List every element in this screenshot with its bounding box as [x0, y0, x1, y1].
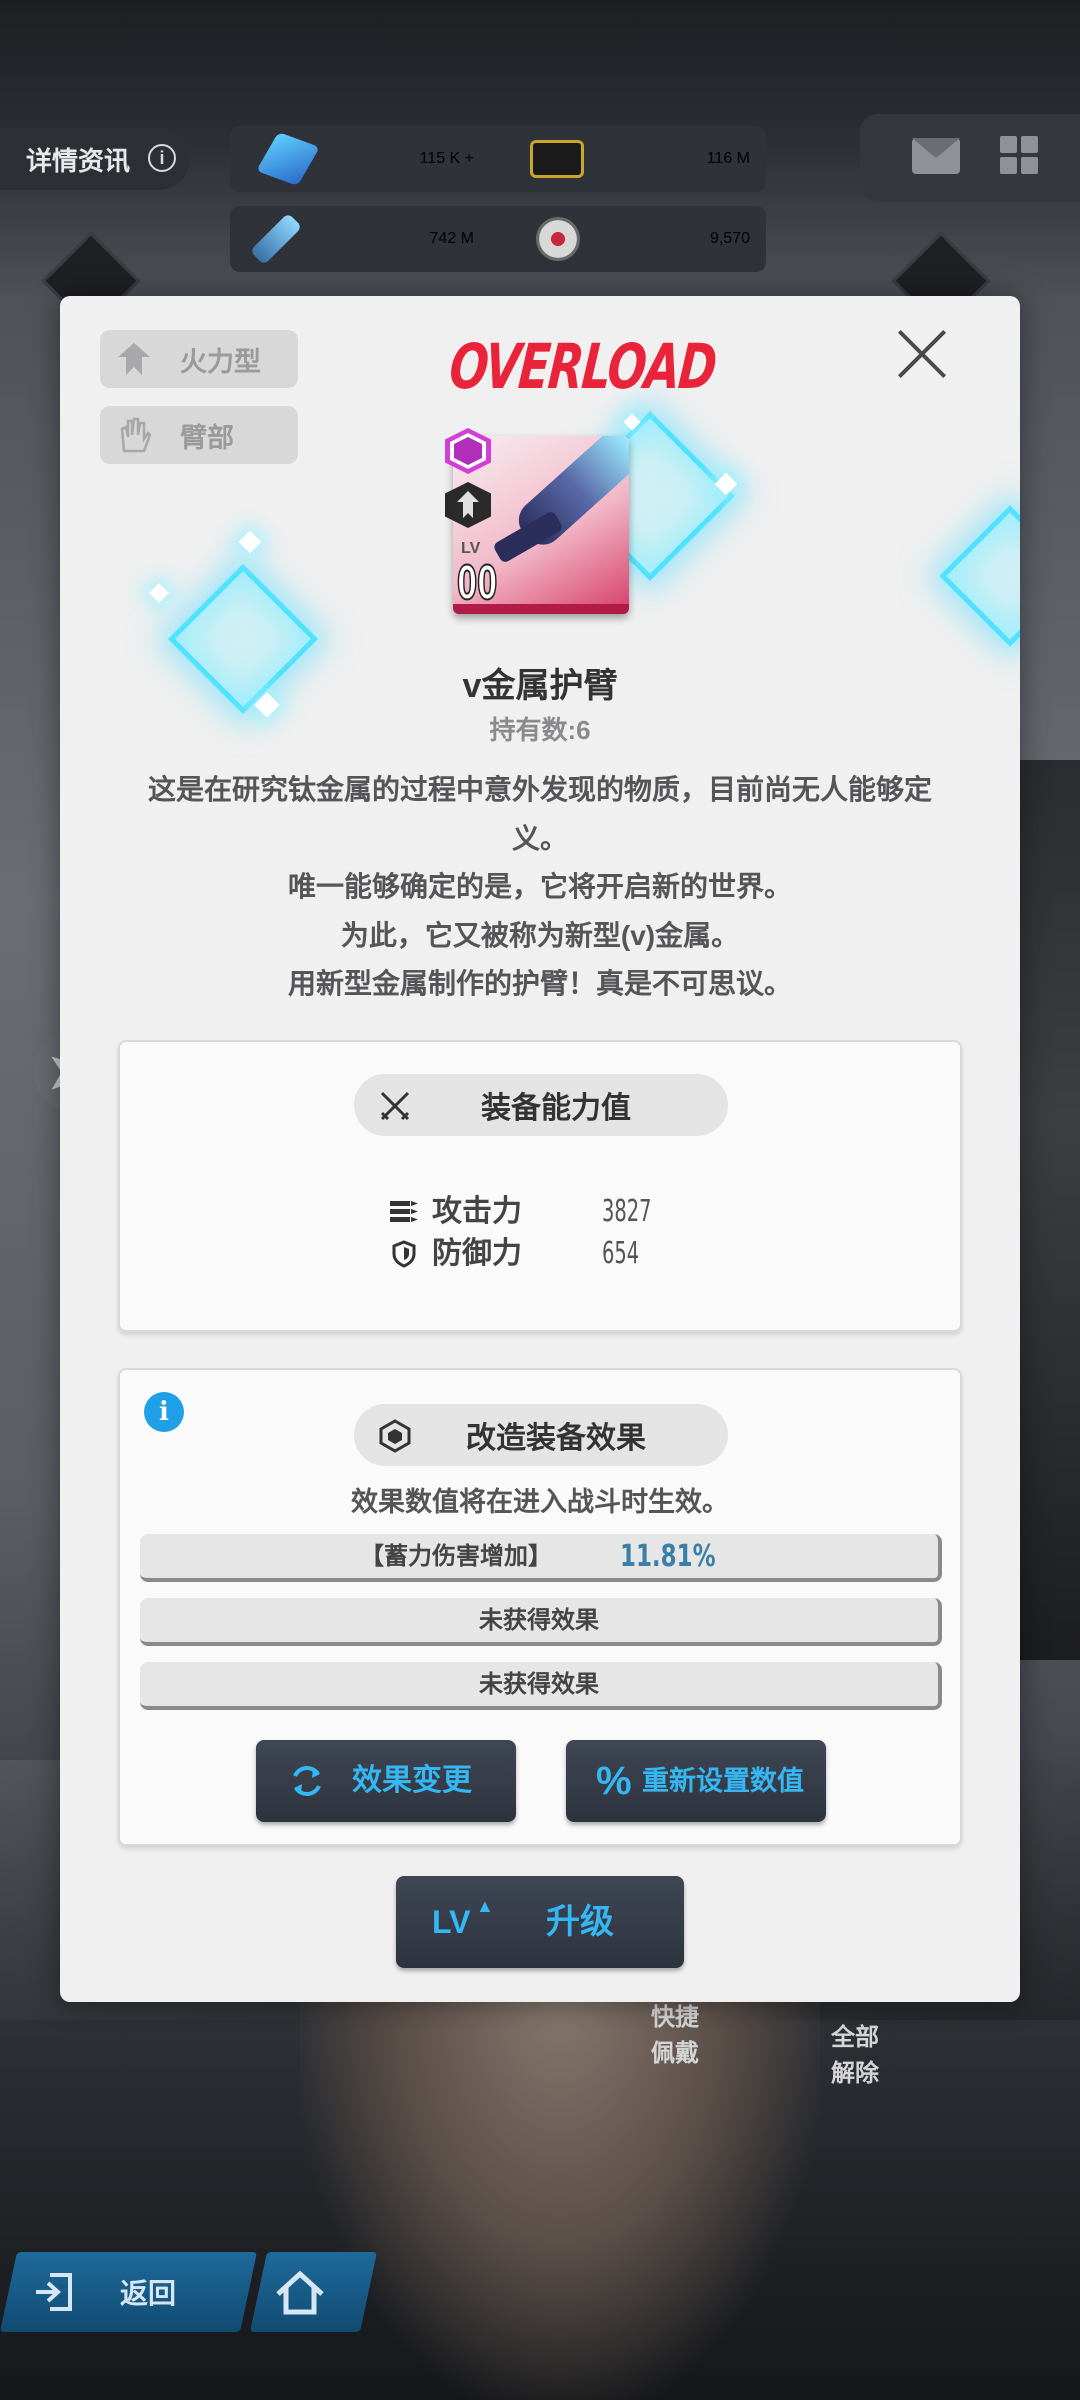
refresh-icon	[293, 1766, 321, 1796]
upgrade-button[interactable]: LV ▲ 升级	[396, 1876, 684, 1968]
item-description: 这是在研究钛金属的过程中意外发现的物质，目前尚无人能够定 义。 唯一能够确定的是…	[110, 766, 970, 1009]
resource-gem[interactable]	[256, 126, 320, 192]
reset-values-button[interactable]: % 重新设置数值	[566, 1740, 826, 1822]
change-effect-label: 效果变更	[352, 1764, 472, 1797]
core-dust-icon	[249, 212, 303, 266]
resource-core-dust-value: 742 M	[429, 230, 474, 247]
resource-bar-bottom: 742 M 9,570	[230, 206, 766, 272]
glow-diamond-right	[939, 505, 1020, 647]
info-icon: i	[148, 144, 176, 172]
overload-logo: OVERLOAD	[446, 330, 719, 403]
defense-shield-icon	[392, 1240, 416, 1268]
tag-firepower-label: 火力型	[180, 346, 261, 377]
effects-info-icon[interactable]: i	[144, 1392, 184, 1432]
change-effect-button[interactable]: 效果变更	[256, 1740, 516, 1822]
tag-arm-part: 臂部	[100, 406, 298, 464]
stat-attack-value: 3827	[602, 1194, 652, 1229]
gem-icon	[256, 132, 320, 186]
stat-defense-label: 防御力	[432, 1237, 522, 1270]
effect-slot-2: 未获得效果	[140, 1598, 942, 1646]
equipment-stats-section: 装备能力值 攻击力 3827 防御力 654	[118, 1040, 962, 1332]
home-icon	[276, 2270, 324, 2315]
effect-slot-1: 【蓄力伤害增加】 11.81%	[140, 1534, 942, 1582]
arm-part-icon	[120, 417, 152, 453]
effect-slot-1-value: 11.81%	[620, 1539, 716, 1574]
equipment-stats-title-label: 装备能力值	[481, 1092, 631, 1125]
sparkle	[238, 530, 262, 554]
resource-core-dust[interactable]	[249, 206, 303, 272]
mail-icon[interactable]	[912, 138, 960, 174]
upgrade-arrow-icon: ▲	[476, 1896, 494, 1916]
equipment-detail-modal: 火力型 臂部 OVERLOAD LV 00 v金属护臂 持有数:6 这是在研究钛…	[60, 296, 1020, 2002]
effect-slot-3-label: 未获得效果	[479, 1671, 599, 1698]
battle-data-icon	[536, 217, 580, 261]
detail-info-label: 详情资讯	[26, 145, 131, 176]
effect-slot-3: 未获得效果	[140, 1662, 942, 1710]
back-button-content: 返回	[30, 2252, 176, 2332]
attack-icon	[390, 1201, 418, 1222]
description-line: 唯一能够确定的是，它将开启新的世界。	[287, 871, 792, 902]
stat-attack-label: 攻击力	[432, 1195, 522, 1228]
percent-icon: %	[596, 1759, 632, 1803]
item-name: v金属护臂	[462, 667, 618, 705]
resource-battle-data[interactable]	[536, 206, 580, 272]
upgrade-lv-icon: LV	[432, 1904, 471, 1940]
effects-note: 效果数值将在进入战斗时生效。	[351, 1487, 729, 1517]
equipment-stats-title: 装备能力值	[354, 1074, 728, 1136]
resource-battle-data-value: 9,570	[709, 230, 750, 247]
exit-door-icon	[36, 2273, 72, 2311]
menu-grid-icon[interactable]	[1000, 136, 1040, 176]
resource-credit-value: 116 M	[706, 150, 750, 167]
resource-credit[interactable]	[530, 126, 584, 192]
quick-equip-label[interactable]: 快捷 佩戴	[620, 2000, 730, 2072]
reset-values-label: 重新设置数值	[642, 1766, 804, 1796]
modification-effects-title-label: 改造装备效果	[466, 1422, 646, 1455]
description-line: 用新型金属制作的护臂！真是不可思议。	[287, 968, 792, 999]
tag-arm-label: 臂部	[180, 422, 234, 453]
item-level-value: 00	[456, 555, 498, 611]
back-label: 返回	[120, 2278, 177, 2309]
hud-right-panel	[860, 114, 1080, 202]
close-button[interactable]	[896, 328, 948, 380]
description-line: 义。	[511, 822, 568, 854]
effect-slot-2-label: 未获得效果	[479, 1607, 599, 1634]
stat-defense-value: 654	[602, 1236, 640, 1271]
detail-info-button[interactable]: 详情资讯 i	[0, 128, 190, 190]
effect-slot-1-label: 【蓄力伤害增加】	[360, 1543, 552, 1570]
resource-bar-top: 115 K + 116 M	[230, 126, 766, 192]
sparkle	[149, 583, 169, 603]
firepower-type-icon	[118, 343, 150, 375]
modification-effects-section: i 改造装备效果 效果数值将在进入战斗时生效。 【蓄力伤害增加】 11.81% …	[118, 1368, 962, 1846]
upgrade-label: 升级	[546, 1903, 614, 1941]
item-owned-count: 持有数:6	[489, 715, 591, 745]
unequip-all-label[interactable]: 全部 解除	[800, 2020, 910, 2092]
credit-case-icon	[530, 140, 584, 178]
resource-gem-value: 115 K +	[419, 150, 474, 167]
description-line: 这是在研究钛金属的过程中意外发现的物质，目前尚无人能够定	[147, 774, 932, 805]
description-line: 为此，它又被称为新型(v)金属。	[340, 919, 740, 951]
modification-effects-title: 改造装备效果	[354, 1404, 728, 1466]
tag-firepower-type: 火力型	[100, 330, 298, 388]
